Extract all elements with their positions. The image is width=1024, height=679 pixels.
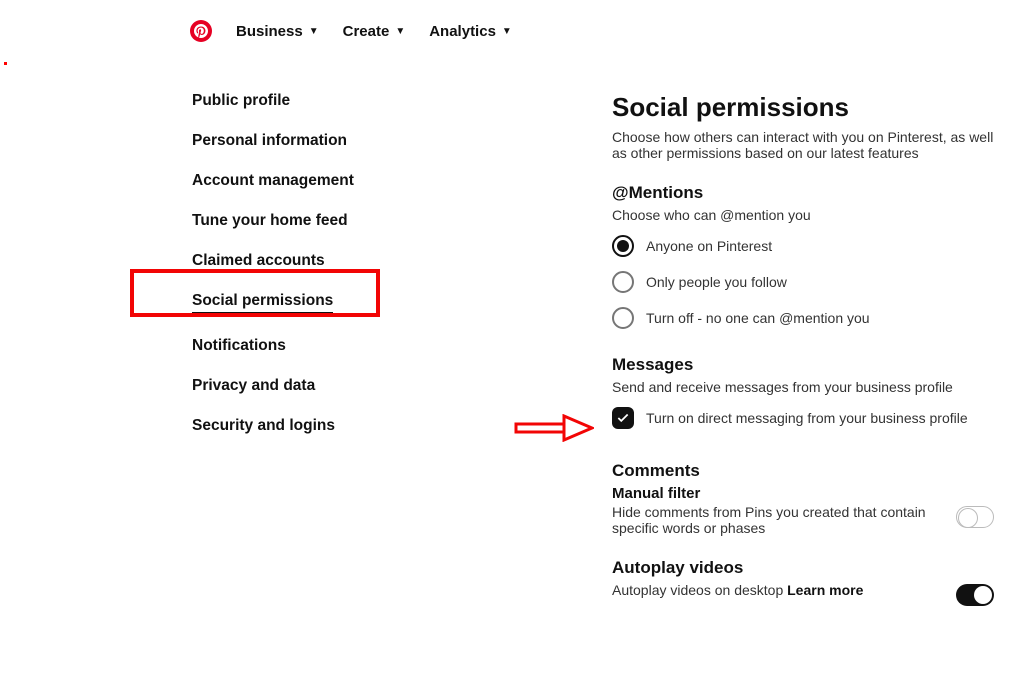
sidebar-item-tune-home-feed[interactable]: Tune your home feed xyxy=(192,212,348,230)
nav-label: Analytics xyxy=(429,23,496,40)
sidebar-item-public-profile[interactable]: Public profile xyxy=(192,92,290,110)
autoplay-desc-text: Autoplay videos on desktop xyxy=(612,582,787,598)
manual-filter-desc: Hide comments from Pins you created that… xyxy=(612,504,936,536)
nav-label: Business xyxy=(236,23,303,40)
sidebar-item-social-permissions[interactable]: Social permissions xyxy=(192,292,333,315)
nav-create[interactable]: Create ▼ xyxy=(343,23,406,40)
messages-direct-toggle[interactable]: Turn on direct messaging from your busin… xyxy=(612,407,994,429)
messages-sub: Send and receive messages from your busi… xyxy=(612,379,992,395)
settings-sidebar: Public profile Personal information Acco… xyxy=(0,92,380,628)
sidebar-item-notifications[interactable]: Notifications xyxy=(192,337,286,355)
mentions-sub: Choose who can @mention you xyxy=(612,207,992,223)
radio-icon xyxy=(612,235,634,257)
autoplay-toggle[interactable] xyxy=(956,584,994,606)
chevron-down-icon: ▼ xyxy=(502,26,512,37)
page-description: Choose how others can interact with you … xyxy=(612,129,994,161)
radio-label: Only people you follow xyxy=(646,274,787,290)
nav-analytics[interactable]: Analytics ▼ xyxy=(429,23,512,40)
decorative-dot xyxy=(4,62,7,65)
mentions-heading: @Mentions xyxy=(612,183,994,203)
pinterest-logo-icon[interactable] xyxy=(190,20,212,42)
mentions-option-anyone[interactable]: Anyone on Pinterest xyxy=(612,235,994,257)
main-content: Public profile Personal information Acco… xyxy=(0,52,1024,628)
sidebar-item-account-management[interactable]: Account management xyxy=(192,172,354,190)
radio-label: Turn off - no one can @mention you xyxy=(646,310,870,326)
autoplay-desc: Autoplay videos on desktop Learn more xyxy=(612,582,863,598)
settings-panel: Social permissions Choose how others can… xyxy=(380,92,1024,628)
autoplay-learn-more-link[interactable]: Learn more xyxy=(787,582,863,598)
sidebar-item-personal-information[interactable]: Personal information xyxy=(192,132,347,150)
manual-filter-toggle[interactable] xyxy=(956,506,994,528)
messages-heading: Messages xyxy=(612,355,994,375)
checkbox-checked-icon xyxy=(612,407,634,429)
autoplay-heading: Autoplay videos xyxy=(612,558,994,578)
checkbox-label: Turn on direct messaging from your busin… xyxy=(646,410,968,426)
sidebar-item-security-logins[interactable]: Security and logins xyxy=(192,417,335,435)
mentions-option-off[interactable]: Turn off - no one can @mention you xyxy=(612,307,994,329)
nav-business[interactable]: Business ▼ xyxy=(236,23,319,40)
mentions-option-following[interactable]: Only people you follow xyxy=(612,271,994,293)
comments-heading: Comments xyxy=(612,461,994,481)
sidebar-item-claimed-accounts[interactable]: Claimed accounts xyxy=(192,252,325,270)
manual-filter-label: Manual filter xyxy=(612,485,994,502)
page-title: Social permissions xyxy=(612,92,994,123)
radio-icon xyxy=(612,271,634,293)
chevron-down-icon: ▼ xyxy=(395,26,405,37)
radio-label: Anyone on Pinterest xyxy=(646,238,772,254)
top-nav: Business ▼ Create ▼ Analytics ▼ xyxy=(0,0,1024,52)
chevron-down-icon: ▼ xyxy=(309,26,319,37)
radio-icon xyxy=(612,307,634,329)
sidebar-item-privacy-data[interactable]: Privacy and data xyxy=(192,377,315,395)
nav-label: Create xyxy=(343,23,390,40)
